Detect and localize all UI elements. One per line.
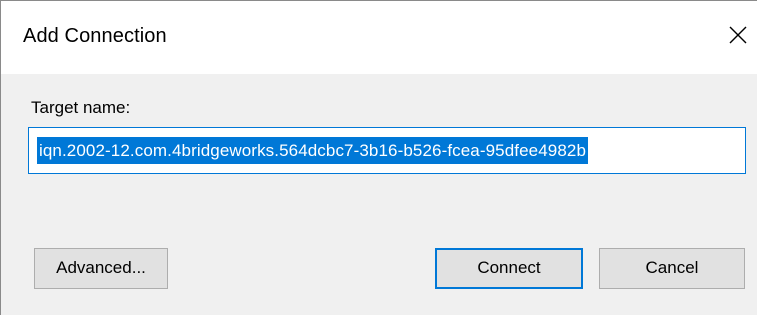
target-name-label: Target name: (31, 98, 131, 117)
close-icon (729, 26, 747, 44)
add-connection-dialog: Add Connection Target name: iqn.2002-12.… (0, 0, 757, 315)
close-button[interactable] (718, 13, 757, 53)
target-name-value: iqn.2002-12.com.4bridgeworks.564dcbc7-3b… (37, 137, 588, 164)
target-name-input[interactable]: iqn.2002-12.com.4bridgeworks.564dcbc7-3b… (28, 127, 746, 174)
title-bar: Add Connection (1, 1, 757, 74)
connect-button[interactable]: Connect (435, 248, 583, 289)
advanced-button[interactable]: Advanced... (34, 248, 168, 289)
cancel-button[interactable]: Cancel (599, 248, 745, 289)
dialog-title: Add Connection (23, 25, 167, 47)
